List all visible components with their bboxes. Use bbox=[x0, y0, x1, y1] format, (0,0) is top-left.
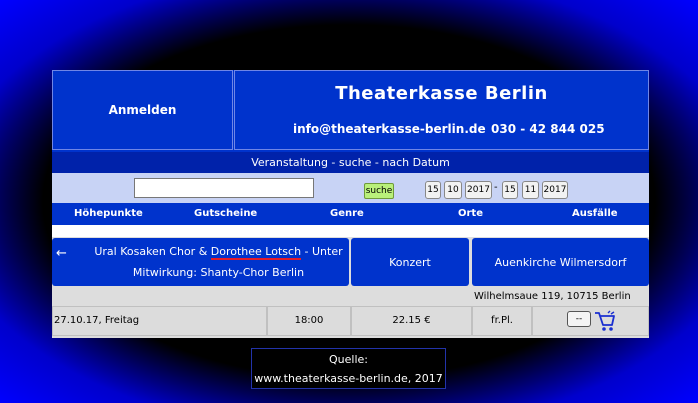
login-link[interactable]: Anmelden bbox=[52, 70, 233, 150]
main-nav: Höhepunkte Gutscheine Genre Orte Ausfäll… bbox=[52, 203, 649, 225]
site-title: Theaterkasse Berlin bbox=[335, 83, 548, 104]
search-button[interactable]: suche bbox=[364, 183, 394, 199]
venue-address-row: Wilhelmsaue 119, 10715 Berlin bbox=[52, 289, 649, 306]
site-header: Anmelden Theaterkasse Berlin info@theate… bbox=[52, 70, 649, 152]
seating-type: fr.Pl. bbox=[472, 306, 532, 336]
shopping-cart-icon[interactable] bbox=[594, 310, 616, 332]
to-month-select[interactable]: 11 bbox=[522, 181, 539, 199]
from-year-select[interactable]: 2017 bbox=[465, 181, 492, 199]
search-mode-heading: Veranstaltung - suche - nach Datum bbox=[52, 152, 649, 173]
back-arrow-icon[interactable]: ← bbox=[56, 243, 67, 264]
performance-price: 22.15 € bbox=[351, 306, 472, 336]
search-bar: suche 15 10 2017 - 15 11 2017 bbox=[52, 173, 649, 203]
event-genre[interactable]: Konzert bbox=[351, 238, 469, 286]
search-input[interactable] bbox=[134, 178, 314, 198]
event-title-part2: - Unter bbox=[301, 245, 343, 258]
performance-row: 27.10.17, Freitag 18:00 22.15 € fr.Pl. -… bbox=[52, 306, 649, 338]
event-title-line2: Mitwirkung: Shanty-Chor Berlin bbox=[132, 266, 305, 279]
from-day-select[interactable]: 15 bbox=[425, 181, 441, 199]
theaterkasse-page: Anmelden Theaterkasse Berlin info@theate… bbox=[52, 70, 649, 338]
to-year-select[interactable]: 2017 bbox=[542, 181, 568, 199]
caption-label: Quelle: bbox=[329, 353, 368, 366]
event-venue[interactable]: Auenkirche Wilmersdorf bbox=[472, 238, 649, 286]
contact-email[interactable]: info@theaterkasse-berlin.de bbox=[293, 122, 486, 136]
from-month-select[interactable]: 10 bbox=[444, 181, 462, 199]
nav-venues[interactable]: Orte bbox=[458, 203, 483, 225]
performance-date: 27.10.17, Freitag bbox=[52, 306, 267, 336]
brand-panel: Theaterkasse Berlin info@theaterkasse-be… bbox=[234, 70, 649, 150]
source-caption: Quelle: www.theaterkasse-berlin.de, 2017 bbox=[251, 348, 446, 389]
nav-vouchers[interactable]: Gutscheine bbox=[194, 203, 257, 225]
contact-phone: 030 - 42 844 025 bbox=[491, 122, 605, 136]
event-title-line1: Ural Kosaken Chor & Dorothee Lotsch - Un… bbox=[94, 241, 343, 262]
more-options-button[interactable]: -- bbox=[567, 311, 591, 327]
venue-address: Wilhelmsaue 119, 10715 Berlin bbox=[474, 291, 631, 302]
spacer bbox=[52, 225, 649, 237]
nav-highlights[interactable]: Höhepunkte bbox=[74, 203, 143, 225]
performer-link[interactable]: Dorothee Lotsch bbox=[210, 245, 302, 260]
event-header-row: ← Ural Kosaken Chor & Dorothee Lotsch - … bbox=[52, 237, 649, 289]
event-title-part1: Ural Kosaken Chor & bbox=[94, 245, 211, 258]
caption-source: www.theaterkasse-berlin.de, 2017 bbox=[254, 372, 443, 385]
to-day-select[interactable]: 15 bbox=[502, 181, 518, 199]
event-title-cell[interactable]: ← Ural Kosaken Chor & Dorothee Lotsch - … bbox=[52, 238, 349, 286]
nav-genre[interactable]: Genre bbox=[330, 203, 364, 225]
date-range-separator: - bbox=[494, 182, 498, 193]
performance-time: 18:00 bbox=[267, 306, 351, 336]
nav-cancellations[interactable]: Ausfälle bbox=[572, 203, 618, 225]
